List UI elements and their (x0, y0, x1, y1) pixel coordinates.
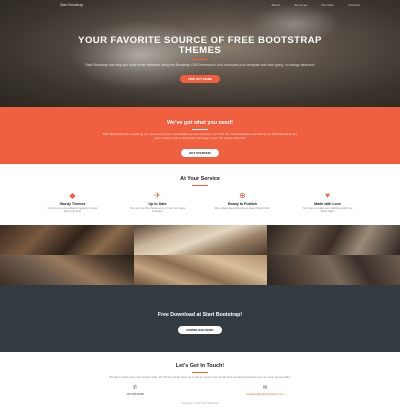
hero-header: Start Bootstrap About Services Portfolio… (0, 0, 400, 107)
service-name: Ready to Publish (227, 202, 258, 206)
contact-text: Ready to start your next project with us… (109, 375, 291, 379)
hero-divider (192, 59, 208, 60)
portfolio-item-4[interactable] (0, 255, 134, 285)
email-link[interactable]: feedback@startbootstrap.com (235, 392, 295, 396)
portfolio-item-3[interactable] (267, 225, 400, 255)
phone-icon: ✆ (132, 384, 138, 391)
phone-number: 123-456-6789 (126, 391, 144, 396)
contact-email: ✉ feedback@startbootstrap.com (235, 385, 295, 396)
navbar: Start Bootstrap About Services Portfolio… (0, 0, 400, 9)
nav-link-contact[interactable]: Contact (348, 3, 360, 7)
diamond-icon: ◆ (69, 191, 76, 200)
contact-row: ✆ 123-456-6789 ✉ feedback@startbootstrap… (0, 385, 400, 396)
envelope-icon: ✉ (262, 384, 268, 391)
contact-section: Let's Get In Touch! Ready to start your … (0, 352, 400, 399)
about-text: Start Bootstrap has everything you need … (102, 132, 298, 140)
get-started-button[interactable]: Get Started! (181, 148, 219, 157)
about-title: We've got what you need! (167, 120, 233, 126)
nav-links: About Services Portfolio Contact (271, 3, 360, 7)
services-divider (192, 185, 208, 186)
download-now-button[interactable]: Download Now! (178, 326, 222, 334)
service-name: Made with Love (314, 202, 341, 206)
nav-link-portfolio[interactable]: Portfolio (321, 3, 334, 7)
contact-title: Let's Get In Touch! (175, 363, 225, 369)
hero-content: YOUR FAVORITE SOURCE OF FREE BOOTSTRAP T… (0, 36, 400, 85)
service-desc: Our themes are updated regularly to keep… (47, 207, 98, 214)
globe-icon: ⊕ (239, 191, 246, 200)
service-desc: You have to make your websites with love… (302, 207, 353, 214)
portfolio-grid (0, 225, 400, 285)
service-item: ⊕ Ready to Publish We update dependencie… (200, 191, 285, 214)
nav-link-about[interactable]: About (271, 3, 280, 7)
service-item: ◆ Sturdy Themes Our themes are updated r… (30, 191, 115, 214)
download-section: Free Download at Start Bootstrap! Downlo… (0, 285, 400, 352)
portfolio-item-5[interactable] (134, 255, 267, 285)
service-name: Sturdy Themes (59, 202, 86, 206)
hero-text: Start Bootstrap can help you build bette… (85, 63, 315, 67)
download-title: Free Download at Start Bootstrap! (157, 312, 243, 318)
heart-icon: ♥ (325, 191, 330, 200)
contact-phone: ✆ 123-456-6789 (105, 385, 165, 396)
nav-link-services[interactable]: Services (294, 3, 307, 7)
service-item: ♥ Made with Love You have to make your w… (285, 191, 370, 214)
portfolio-item-1[interactable] (0, 225, 134, 255)
about-divider (192, 129, 208, 130)
service-desc: You can use this theme as is, or you can… (129, 207, 186, 214)
hero-title: YOUR FAVORITE SOURCE OF FREE BOOTSTRAP T… (78, 35, 322, 56)
services-title: At Your Service (180, 176, 220, 182)
paper-plane-icon: ✈ (154, 191, 161, 200)
portfolio-item-6[interactable] (267, 255, 400, 285)
service-desc: We update dependencies to keep things fr… (214, 207, 271, 210)
about-section: We've got what you need! Start Bootstrap… (0, 107, 400, 164)
service-item: ✈ Up to Date You can use this theme as i… (115, 191, 200, 214)
portfolio-item-2[interactable] (134, 225, 267, 255)
service-name: Up to Date (148, 202, 167, 206)
services-section: At Your Service ◆ Sturdy Themes Our them… (0, 164, 400, 225)
brand-link[interactable]: Start Bootstrap (60, 3, 83, 7)
contact-divider (192, 372, 208, 373)
services-row: ◆ Sturdy Themes Our themes are updated r… (0, 191, 400, 214)
find-out-more-button[interactable]: Find Out More (180, 75, 220, 84)
footer: Copyright © 2017 Start Bootstrap (180, 402, 220, 405)
